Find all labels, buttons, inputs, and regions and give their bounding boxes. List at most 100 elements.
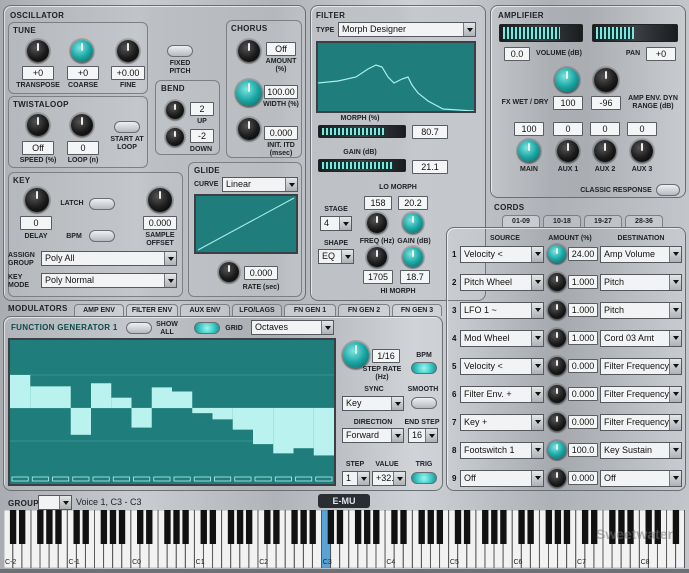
aux3-knob[interactable]	[631, 140, 653, 162]
delay-knob[interactable]	[25, 188, 49, 212]
cord-source-select[interactable]: Velocity <	[460, 358, 544, 375]
cord-destination-select[interactable]: Filter Frequency	[600, 414, 682, 431]
gain-slider[interactable]	[318, 159, 406, 172]
latch-button[interactable]	[89, 198, 115, 210]
function-generator-display[interactable]	[8, 338, 336, 486]
pan-slider[interactable]	[592, 24, 678, 42]
step-select[interactable]: 1	[342, 471, 370, 486]
cord-amount-value[interactable]: 0.000	[568, 359, 598, 373]
grid-button[interactable]	[194, 322, 220, 334]
cord-amount-value[interactable]: 24.00	[568, 247, 598, 261]
key-mode-select[interactable]: Poly Normal	[41, 273, 177, 288]
speed-value[interactable]: Off	[22, 141, 54, 155]
cords-tab-2[interactable]: 10-18	[543, 215, 581, 227]
stage-select[interactable]: 4	[320, 216, 352, 231]
hi-freq-knob[interactable]	[367, 247, 387, 267]
cord-source-select[interactable]: Mod Wheel	[460, 330, 544, 347]
cord-amount-knob[interactable]	[548, 273, 566, 291]
aux2-value[interactable]: 0	[590, 122, 620, 136]
cord-destination-select[interactable]: Cord 03 Amt	[600, 330, 682, 347]
cord-amount-knob[interactable]	[548, 441, 566, 459]
cord-source-select[interactable]: Velocity <	[460, 246, 544, 263]
cord-source-select[interactable]: Footswitch 1	[460, 442, 544, 459]
cord-source-select[interactable]: LFO 1 ~	[460, 302, 544, 319]
cord-amount-value[interactable]: 1.000	[568, 331, 598, 345]
aux1-knob[interactable]	[557, 140, 579, 162]
cord-amount-knob[interactable]	[548, 357, 566, 375]
lo-gain-value[interactable]: 20.2	[398, 196, 428, 210]
amp-env-dyn-knob[interactable]	[594, 68, 618, 92]
lo-freq-knob[interactable]	[367, 213, 387, 233]
cord-destination-select[interactable]: Key Sustain	[600, 442, 682, 459]
modulator-tab[interactable]: FILTER ENV	[126, 304, 178, 316]
cord-amount-value[interactable]: 100.0	[568, 443, 598, 457]
fine-knob[interactable]	[117, 40, 139, 62]
cord-amount-value[interactable]: 1.000	[568, 275, 598, 289]
modulator-tab[interactable]: LFO/LAGS	[232, 304, 282, 316]
value-select[interactable]: +32.0	[372, 471, 406, 486]
end-step-select[interactable]: 16	[408, 428, 438, 443]
bend-down-knob[interactable]	[166, 128, 184, 146]
bpm-button[interactable]	[411, 362, 437, 374]
cord-amount-knob[interactable]	[548, 301, 566, 319]
hi-freq-value[interactable]: 1705	[363, 270, 393, 284]
cord-amount-value[interactable]: 0.000	[568, 415, 598, 429]
step-rate-value[interactable]: 1/16	[372, 349, 400, 363]
trig-button[interactable]	[411, 472, 437, 484]
cord-source-select[interactable]: Pitch Wheel	[460, 274, 544, 291]
cord-amount-knob[interactable]	[548, 329, 566, 347]
bend-up-knob[interactable]	[166, 101, 184, 119]
coarse-value[interactable]: +0	[67, 66, 99, 80]
modulator-tab[interactable]: AMP ENV	[74, 304, 124, 316]
cord-amount-knob[interactable]	[548, 245, 566, 263]
cords-tab-3[interactable]: 19-27	[584, 215, 622, 227]
volume-value[interactable]: 0.0	[504, 47, 530, 61]
lo-freq-value[interactable]: 158	[364, 196, 392, 210]
loop-knob[interactable]	[71, 114, 93, 136]
start-at-loop-button[interactable]	[114, 121, 140, 133]
init-itd-knob[interactable]	[238, 118, 260, 140]
cord-amount-knob[interactable]	[548, 385, 566, 403]
show-all-button[interactable]	[126, 322, 152, 334]
aux2-knob[interactable]	[594, 140, 616, 162]
aux3-value[interactable]: 0	[627, 122, 657, 136]
sync-select[interactable]: Key	[342, 396, 404, 411]
classic-response-button[interactable]	[656, 184, 680, 196]
transpose-value[interactable]: +0	[22, 66, 54, 80]
modulator-tab[interactable]: AUX ENV	[180, 304, 230, 316]
main-value[interactable]: 100	[514, 122, 544, 136]
chorus-width-knob[interactable]	[236, 80, 262, 106]
direction-select[interactable]: Forward	[342, 428, 404, 443]
shape-select[interactable]: EQ	[318, 249, 354, 264]
bend-up-value[interactable]: 2	[190, 102, 214, 116]
fx-wet-dry-value[interactable]: 100	[553, 96, 583, 110]
chorus-amount-knob[interactable]	[238, 40, 260, 62]
gain-value[interactable]: 21.1	[412, 160, 448, 174]
fine-value[interactable]: +0.00	[111, 66, 145, 80]
morph-value[interactable]: 80.7	[412, 125, 448, 139]
group-select[interactable]	[38, 495, 72, 510]
cord-destination-select[interactable]: Off	[600, 470, 682, 487]
lo-gain-knob[interactable]	[403, 213, 423, 233]
init-itd-value[interactable]: 0.000	[264, 126, 298, 140]
morph-slider[interactable]	[318, 125, 406, 138]
main-knob[interactable]	[518, 140, 540, 162]
glide-rate-value[interactable]: 0.000	[244, 266, 278, 280]
key-bpm-button[interactable]	[89, 230, 115, 242]
fx-wet-dry-knob[interactable]	[555, 68, 579, 92]
modulator-tab[interactable]: FN GEN 3	[392, 304, 442, 316]
hi-gain-value[interactable]: 18.7	[400, 270, 430, 284]
bend-down-value[interactable]: -2	[190, 129, 214, 143]
loop-value[interactable]: 0	[67, 141, 99, 155]
modulator-tab[interactable]: FN GEN 1	[284, 304, 336, 316]
transpose-knob[interactable]	[27, 40, 49, 62]
glide-curve-select[interactable]: Linear	[222, 177, 298, 192]
grid-select[interactable]: Octaves	[251, 320, 334, 335]
coarse-knob[interactable]	[71, 40, 93, 62]
delay-value[interactable]: 0	[20, 216, 52, 230]
hi-gain-knob[interactable]	[403, 247, 423, 267]
cord-amount-value[interactable]: 0.000	[568, 471, 598, 485]
chorus-amount-value[interactable]: Off	[266, 42, 296, 56]
speed-knob[interactable]	[27, 114, 49, 136]
chorus-width-value[interactable]: 100.00	[264, 85, 298, 99]
